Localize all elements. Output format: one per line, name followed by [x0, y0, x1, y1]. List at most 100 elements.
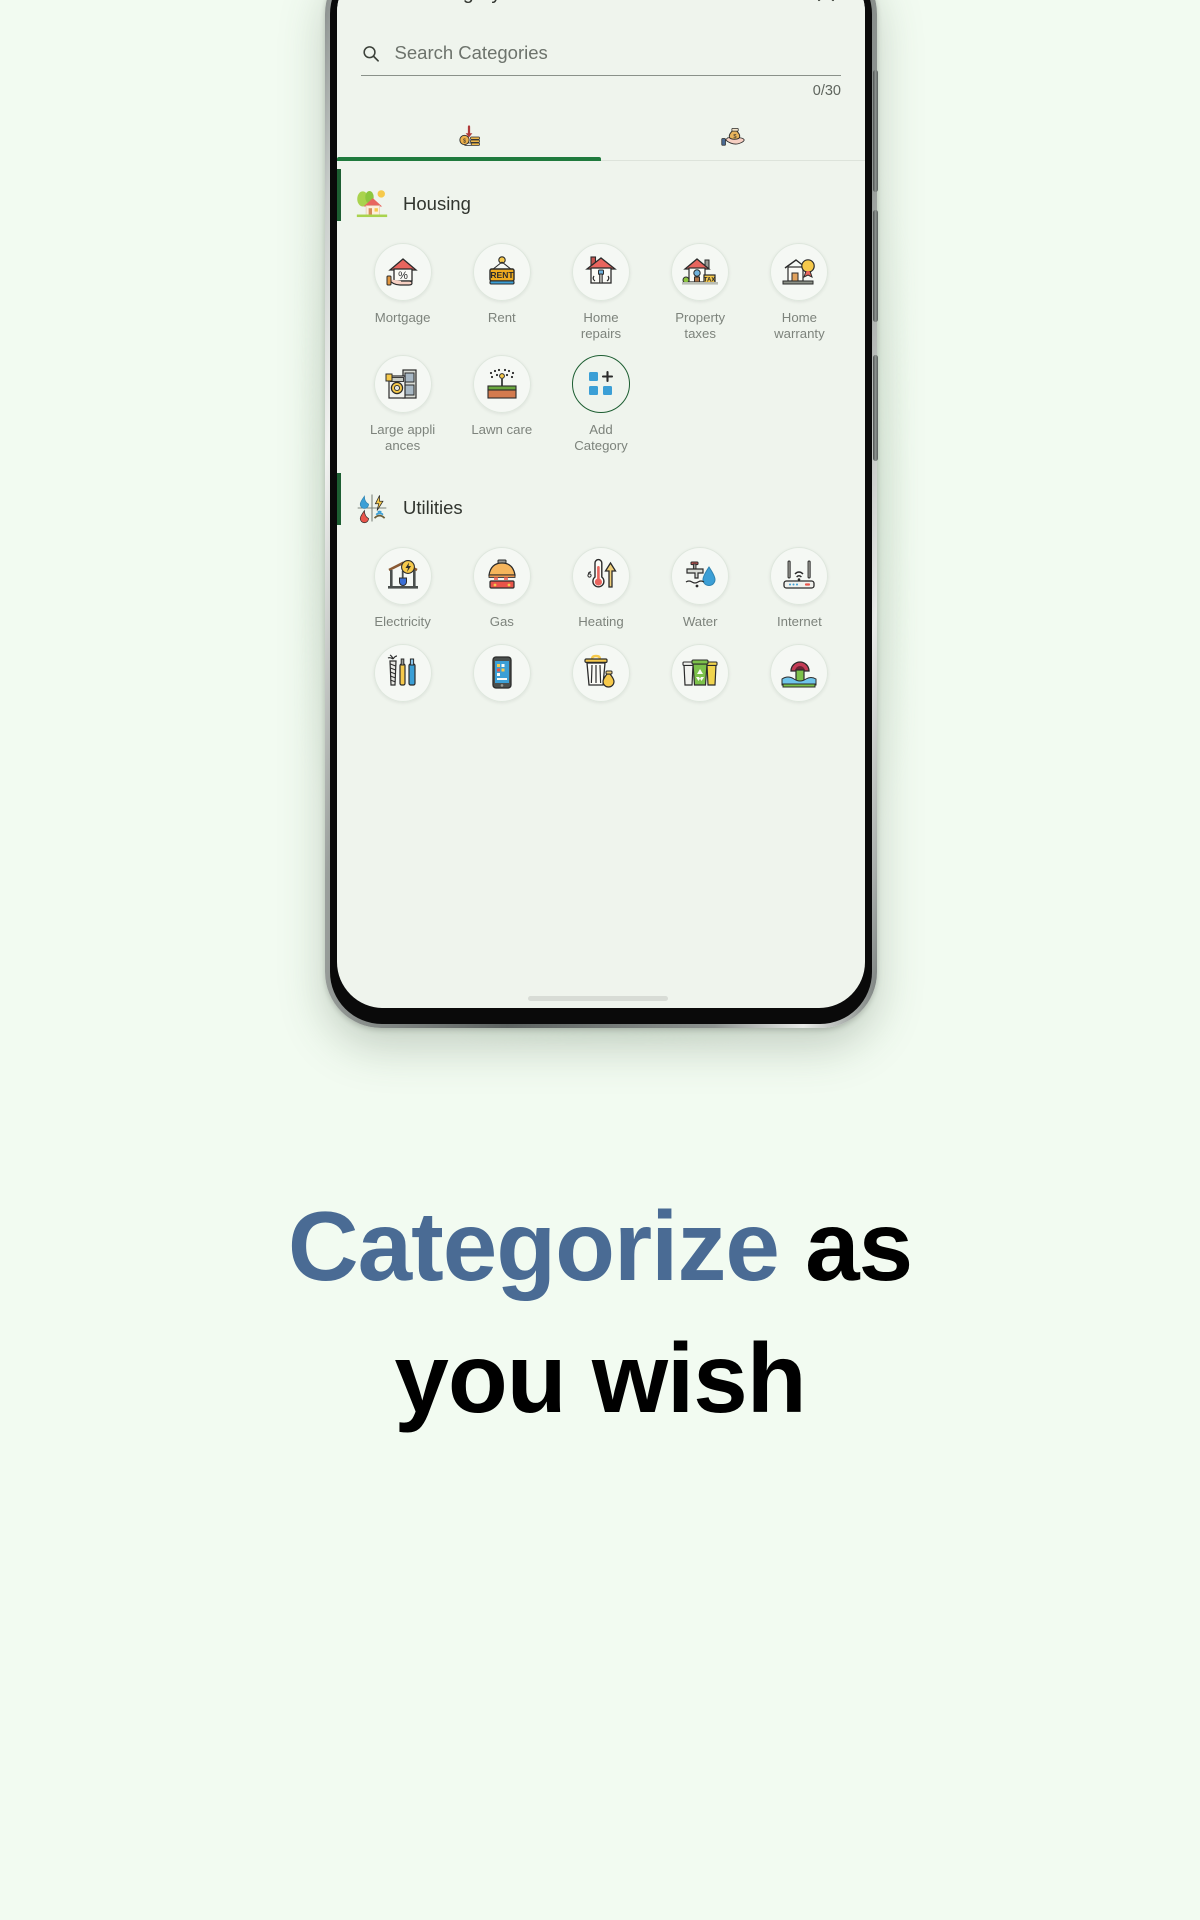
category-label: Home repairs	[580, 310, 622, 341]
category-icon-bubble	[671, 547, 730, 605]
category-icon-bubble	[373, 643, 432, 702]
category-grid-utilities: Electricity Gas Heating Water Internet	[337, 533, 865, 717]
tab-income[interactable]: $	[601, 114, 865, 160]
headline-line2: you wish	[394, 1323, 806, 1433]
category-icon-bubble: TAX	[671, 243, 730, 301]
category-grid-housing: % Mortgage RENT Rent Home repairs TAX Pr…	[337, 229, 865, 459]
income-moneybag-icon: $	[721, 128, 745, 146]
phone-icon	[492, 655, 512, 689]
category-label: Large appliances	[369, 422, 436, 453]
category-item-home-repairs[interactable]: Home repairs	[551, 243, 650, 341]
category-item-rent[interactable]: RENT Rent	[452, 243, 551, 341]
headline-accent-word: Categorize	[287, 1191, 780, 1301]
section-housing: Housing % Mortgage RENT Rent Home repair…	[337, 161, 865, 465]
section-header: Utilities	[337, 483, 865, 533]
category-icon-bubble	[571, 243, 630, 301]
close-icon	[817, 0, 835, 2]
phone-side-button-2[interactable]	[873, 210, 878, 322]
category-item-cables[interactable]	[353, 643, 452, 711]
heating-icon	[587, 558, 617, 588]
close-button[interactable]	[807, 0, 845, 12]
expense-coins-icon: $	[459, 125, 480, 146]
home-warranty-icon	[782, 259, 816, 285]
router-icon	[783, 560, 816, 589]
category-icon-bubble	[472, 643, 531, 702]
promo-headline: Categorize as you wish	[0, 1180, 1200, 1444]
category-item-sewage[interactable]	[750, 643, 849, 711]
category-icon-bubble	[770, 243, 829, 301]
category-label: Water	[682, 614, 718, 629]
category-icon-bubble	[373, 547, 432, 605]
recycling-icon	[682, 658, 718, 686]
category-item-add-category[interactable]: Add Category	[551, 355, 650, 453]
character-counter: 0/30	[812, 83, 841, 99]
electricity-icon	[387, 560, 418, 589]
category-label: Home warranty	[774, 310, 825, 341]
category-item-phone[interactable]	[452, 643, 551, 711]
category-label: Lawn care	[471, 422, 533, 437]
mortgage-icon: %	[386, 258, 418, 286]
category-item-heating[interactable]: Heating	[551, 547, 650, 630]
headline-rest-line1: as	[778, 1191, 913, 1301]
category-label: Internet	[777, 614, 822, 629]
utilities-grid-icon	[357, 494, 387, 524]
category-icon-bubble	[472, 355, 531, 413]
phone-side-button-3[interactable]	[873, 355, 878, 461]
section-utilities: Utilities Electricity Gas Heating Water …	[337, 465, 865, 723]
section-header: Housing	[337, 179, 865, 229]
category-item-electricity[interactable]: Electricity	[353, 547, 452, 630]
category-label: Gas	[489, 614, 514, 629]
category-icon-bubble: %	[373, 243, 432, 301]
cables-icon	[387, 653, 416, 686]
category-item-gas[interactable]: Gas	[452, 547, 551, 630]
section-title: Utilities	[403, 497, 463, 518]
select-category-sheet: Select Category 0/30	[337, 0, 865, 723]
add-category-bubble	[571, 355, 630, 413]
category-icon-bubble	[770, 643, 829, 702]
category-item-water[interactable]: Water	[651, 547, 750, 630]
water-tap-icon	[685, 561, 716, 588]
category-item-mortgage[interactable]: % Mortgage	[353, 243, 452, 341]
category-icon-bubble	[770, 547, 829, 605]
section-accent-bar	[337, 473, 341, 525]
category-item-recycling[interactable]	[651, 643, 750, 711]
category-icon-bubble	[571, 643, 630, 702]
category-label: Mortgage	[374, 310, 431, 325]
property-taxes-icon: TAX	[682, 258, 719, 285]
svg-text:RENT: RENT	[490, 270, 514, 280]
phone-mockup: Select Category 0/30	[0, 0, 1200, 1060]
phone-side-button-1[interactable]	[873, 70, 878, 192]
category-label: Heating	[578, 614, 624, 629]
category-item-internet[interactable]: Internet	[750, 547, 849, 630]
section-title: Housing	[403, 193, 471, 214]
search-icon	[363, 45, 379, 62]
sewage-icon	[781, 660, 817, 687]
category-item-home-warranty[interactable]: Home warranty	[750, 243, 849, 341]
lawn-care-icon	[487, 368, 517, 399]
category-label: Rent	[487, 310, 516, 325]
tab-expense[interactable]: $	[337, 114, 601, 160]
category-icon-bubble	[571, 547, 630, 605]
gas-stove-icon	[488, 559, 516, 589]
trash-icon	[584, 654, 615, 688]
large-appliances-icon	[385, 369, 417, 399]
search-bar[interactable]	[361, 42, 841, 76]
category-icon-bubble: RENT	[472, 243, 531, 301]
sheet-header: Select Category	[337, 0, 865, 20]
category-item-lawn-care[interactable]: Lawn care	[452, 355, 551, 453]
house-tree-icon	[356, 190, 388, 218]
home-indicator	[528, 996, 668, 1001]
search-input[interactable]	[394, 42, 841, 64]
category-item-trash[interactable]	[551, 643, 650, 711]
category-label: Property taxes	[675, 310, 726, 341]
category-icon-bubble	[671, 643, 730, 702]
phone-screen: Select Category 0/30	[337, 0, 865, 1008]
category-icon-bubble	[373, 355, 432, 413]
category-type-tabs: $ $	[337, 114, 865, 161]
category-label: Add Category	[574, 422, 628, 453]
category-item-property-taxes[interactable]: TAX Property taxes	[651, 243, 750, 341]
category-icon-bubble	[472, 547, 531, 605]
home-repairs-icon	[585, 256, 617, 284]
category-item-large-appliances[interactable]: Large appliances	[353, 355, 452, 453]
section-accent-bar	[337, 169, 341, 221]
